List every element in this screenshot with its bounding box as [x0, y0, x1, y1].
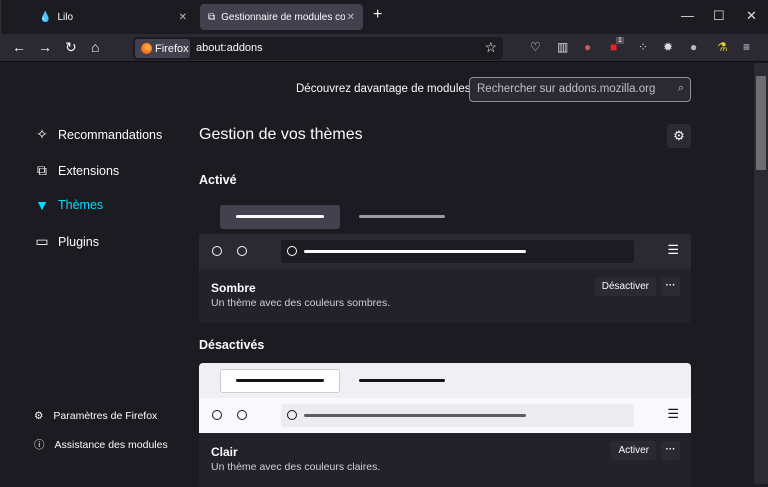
identity-label: Firefox	[155, 42, 189, 55]
enabled-heading: Activé	[199, 173, 237, 187]
nav-toolbar: ← → ↻ ⌂ Firefox about:addons ☆ ♡ ▥ ● ■ 1…	[0, 34, 768, 62]
reload-button[interactable]: ↻	[65, 39, 77, 56]
close-tab-icon[interactable]: ✕	[347, 12, 355, 23]
flask-icon[interactable]: ⚗	[717, 40, 728, 54]
new-tab-button[interactable]: +	[373, 6, 382, 24]
theme-description: Un thème avec des couleurs claires.	[211, 461, 381, 473]
theme-name: Clair	[211, 445, 238, 459]
gear-extension-icon[interactable]: ✹	[663, 40, 673, 54]
footer-label: Paramètres de Firefox	[53, 410, 158, 422]
firefox-settings-link[interactable]: ⚙ Paramètres de Firefox	[34, 410, 157, 422]
url-text[interactable]: about:addons	[196, 42, 263, 54]
gear-icon: ⚙	[673, 128, 685, 143]
search-icon: ⌕	[677, 82, 684, 94]
tab-strip: 💧 Lilo ✕ ⧉ Gestionnaire de modules compl…	[0, 0, 768, 34]
sidebar-item-recommendations[interactable]: ✧ Recommandations	[34, 126, 162, 143]
home-button[interactable]: ⌂	[91, 39, 99, 55]
theme-preview	[199, 363, 691, 398]
close-window-button[interactable]: ✕	[746, 8, 757, 24]
maximize-button[interactable]: ☐	[713, 8, 725, 24]
sidebar-item-label: Plugins	[58, 234, 99, 249]
tab-lilo[interactable]: 💧 Lilo ✕	[31, 4, 195, 30]
tab-title: Lilo	[57, 11, 74, 23]
pocket-icon[interactable]: ♡	[530, 40, 541, 54]
theme-card-light[interactable]: ☰ Clair Un thème avec des couleurs clair…	[199, 363, 691, 487]
firefox-icon	[141, 43, 152, 54]
sidebar-item-label: Extensions	[58, 163, 120, 178]
sidebar-item-label: Thèmes	[58, 198, 104, 212]
addons-page: Découvrez davantage de modules Recherche…	[0, 63, 754, 487]
tab-title: Gestionnaire de modules compl	[221, 11, 346, 23]
disable-button[interactable]: Désactiver	[594, 277, 656, 296]
theme-description: Un thème avec des couleurs sombres.	[211, 297, 391, 309]
sidebar-item-extensions[interactable]: ⧉ Extensions	[34, 162, 119, 179]
addons-search-input[interactable]: Rechercher sur addons.mozilla.org ⌕	[469, 77, 691, 102]
back-button[interactable]: ←	[12, 39, 26, 55]
gear-icon: ⚙	[34, 410, 44, 422]
puzzle-icon: ⧉	[37, 162, 47, 178]
menu-icon: ☰	[667, 242, 679, 257]
sidebar-item-themes[interactable]: ▼ Thèmes	[34, 197, 103, 213]
puzzle-icon: ⧉	[208, 11, 216, 23]
extension-avatar-icon[interactable]: ●	[584, 40, 591, 54]
help-icon: ⓘ	[34, 439, 45, 451]
addons-support-link[interactable]: ⓘ Assistance des modules	[34, 437, 168, 452]
footer-label: Assistance des modules	[54, 438, 168, 451]
brush-icon: ▼	[35, 197, 49, 213]
more-options-button[interactable]: ···	[661, 277, 680, 296]
extension-dots-icon[interactable]: ⁘	[638, 40, 648, 54]
sidebar-item-label: Recommandations	[58, 127, 163, 142]
find-more-label: Découvrez davantage de modules	[296, 83, 471, 95]
page-title: Gestion de vos thèmes	[199, 126, 363, 143]
theme-card-dark[interactable]: ☰ Sombre Un thème avec des couleurs somb…	[199, 199, 691, 323]
theme-name: Sombre	[211, 281, 256, 295]
enable-button[interactable]: Activer	[611, 441, 656, 460]
bookmark-star-icon[interactable]: ☆	[484, 39, 497, 56]
forward-button[interactable]: →	[38, 39, 52, 55]
tab-addons[interactable]: ⧉ Gestionnaire de modules compl ✕	[200, 4, 363, 30]
sidebar-item-plugins[interactable]: ▭ Plugins	[34, 233, 99, 250]
menu-icon: ☰	[667, 406, 679, 421]
extension-badge: 1	[616, 37, 624, 44]
identity-box[interactable]: Firefox	[135, 39, 190, 58]
url-bar[interactable]: Firefox about:addons ☆	[133, 37, 503, 60]
drop-icon: 💧	[39, 11, 52, 23]
sidebar-icon[interactable]: ▥	[557, 40, 568, 54]
search-placeholder: Rechercher sur addons.mozilla.org	[477, 83, 656, 95]
theme-settings-button[interactable]: ⚙	[667, 124, 691, 148]
minimize-button[interactable]: —	[681, 8, 694, 23]
account-icon[interactable]: ●	[690, 40, 697, 54]
menu-icon[interactable]: ≡	[743, 40, 750, 54]
more-options-button[interactable]: ···	[661, 441, 680, 460]
plugin-icon: ▭	[35, 233, 49, 249]
theme-preview	[199, 199, 691, 234]
sparkles-icon: ✧	[36, 126, 48, 142]
disabled-heading: Désactivés	[199, 338, 265, 352]
close-tab-icon[interactable]: ✕	[179, 12, 187, 23]
scrollbar-thumb[interactable]	[756, 76, 766, 170]
